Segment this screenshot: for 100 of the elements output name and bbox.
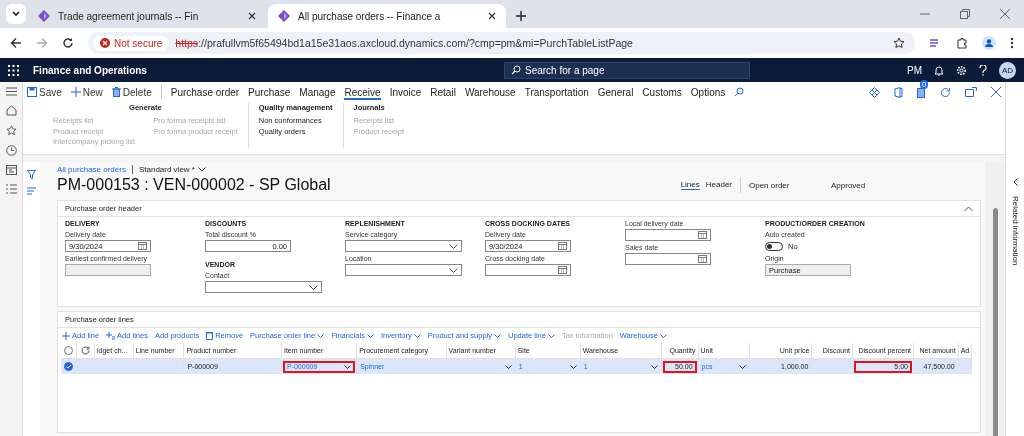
ribbon-tab[interactable]: Receive	[344, 84, 381, 100]
chevron-left-icon[interactable]	[1012, 178, 1018, 186]
company-code[interactable]: PM	[907, 64, 922, 76]
diamond-icon[interactable]	[869, 86, 880, 98]
ribbon-tab[interactable]: General	[597, 84, 634, 100]
row-checkbox[interactable]	[63, 361, 73, 371]
chevron-down-icon[interactable]	[739, 364, 747, 369]
date-field[interactable]	[485, 264, 571, 276]
attachment-icon[interactable]	[917, 86, 926, 98]
clock-icon[interactable]	[5, 145, 17, 156]
pop-out-icon[interactable]	[965, 87, 977, 97]
chevron-down-icon	[317, 333, 325, 338]
more-icon[interactable]	[1010, 37, 1014, 49]
trash-icon	[111, 87, 121, 97]
calendar-icon[interactable]	[558, 266, 567, 274]
dropdown-field[interactable]	[345, 264, 462, 276]
error-icon	[100, 38, 110, 48]
ribbon-tab[interactable]: Transportation	[524, 84, 589, 100]
chevron-down-icon[interactable]	[449, 267, 458, 273]
security-chip[interactable]: Not secure	[93, 35, 170, 51]
count-badge: 0	[920, 79, 929, 89]
star-icon[interactable]	[893, 37, 905, 49]
user-avatar[interactable]: AD	[999, 61, 1016, 79]
new-tab-icon[interactable]	[516, 11, 526, 21]
save-icon	[27, 87, 37, 97]
ribbon-tab[interactable]: Warehouse	[464, 84, 516, 100]
browser-tab[interactable]: All purchase orders -- Finance a	[268, 4, 506, 28]
calendar-icon[interactable]	[558, 242, 567, 250]
chevron-down-icon[interactable]	[569, 364, 577, 369]
chevron-down-icon	[494, 333, 501, 338]
view-tab[interactable]: Header	[705, 180, 732, 190]
profile-icon[interactable]	[982, 36, 996, 50]
plus-icon	[62, 331, 70, 340]
delete-button[interactable]: Delete	[111, 86, 152, 98]
related-information-tab[interactable]: Related information	[1010, 196, 1020, 266]
ribbon-tab[interactable]: Manage	[299, 84, 336, 100]
url-text: https://prafullvm5f65494bd1a15e31aos.axcloud.dynamics.com/?cmp=pm&mi=PurchTableListPage	[175, 37, 633, 49]
address-field[interactable]: Not secure https://prafullvm5f65494bd1a15e31aos.axcloud.dynamics.com/?cmp=pm&mi=PurchTableListPage	[88, 32, 915, 54]
settings-icon[interactable]	[956, 64, 967, 76]
dropdown-field[interactable]	[345, 240, 462, 252]
breadcrumb-link[interactable]: All purchase orders	[57, 165, 126, 174]
filter-icon[interactable]	[27, 170, 36, 179]
calendar-icon[interactable]	[138, 242, 147, 250]
ribbon-tab[interactable]: Invoice	[389, 84, 422, 100]
status-text: Open order	[749, 180, 791, 190]
chevron-down-icon	[197, 167, 206, 172]
browser-tab[interactable]: Trade agreement journals -- Fin	[28, 4, 266, 28]
save-button[interactable]: Save	[27, 86, 62, 98]
chevron-down-icon[interactable]	[344, 364, 352, 369]
trash-icon	[206, 331, 214, 340]
search-icon[interactable]	[734, 87, 745, 97]
view-selector[interactable]: Standard view *	[138, 165, 206, 174]
refresh-icon[interactable]	[80, 345, 90, 355]
tab-title: Trade agreement journals -- Fin	[58, 10, 200, 22]
ribbon-tab[interactable]: Customs	[642, 84, 682, 100]
reload-icon[interactable]	[62, 37, 74, 49]
date-field[interactable]	[625, 229, 711, 241]
plus-icon	[70, 87, 81, 97]
calendar-icon[interactable]	[698, 231, 707, 239]
scrollbar[interactable]	[992, 208, 998, 436]
workspace-icon[interactable]	[5, 165, 17, 175]
refresh-icon[interactable]	[940, 86, 951, 98]
ribbon-tab[interactable]: Retail	[430, 84, 456, 100]
app-title: Finance and Operations	[33, 64, 147, 76]
select-all-checkbox[interactable]	[63, 345, 73, 355]
back-icon[interactable]	[10, 37, 22, 49]
search-field[interactable]: Search for a page	[503, 61, 750, 79]
ribbon-tab[interactable]: Purchase order	[170, 84, 240, 100]
status-text: Approved	[831, 180, 867, 190]
diamond-icon	[38, 10, 50, 22]
add-lines-icon	[106, 331, 116, 340]
chevron-down-icon	[12, 11, 20, 17]
chevron-down-icon[interactable]	[309, 284, 318, 290]
toggle-switch[interactable]	[765, 241, 783, 251]
new-button[interactable]: New	[70, 86, 103, 98]
restore-icon[interactable]	[960, 9, 970, 19]
chevron-down-icon[interactable]	[504, 364, 512, 369]
close-icon[interactable]	[488, 12, 496, 20]
chevron-down-icon[interactable]	[449, 243, 458, 249]
ribbon-tab[interactable]: Options	[690, 84, 726, 100]
office-icon[interactable]	[894, 86, 903, 98]
tab-title: All purchase orders -- Finance a	[298, 10, 442, 22]
bell-icon[interactable]	[934, 64, 944, 76]
tab-list-button[interactable]	[6, 4, 26, 24]
help-icon[interactable]	[979, 64, 987, 76]
diamond-icon	[278, 10, 290, 22]
home-icon[interactable]	[5, 105, 17, 116]
puzzle-icon[interactable]	[956, 37, 968, 49]
view-tab[interactable]: Lines	[680, 180, 700, 190]
chevron-down-icon[interactable]	[651, 364, 658, 369]
ribbon-tab[interactable]: Purchase	[248, 84, 291, 100]
app-launcher-icon[interactable]	[8, 64, 19, 76]
date-field[interactable]	[625, 253, 711, 265]
close-icon[interactable]	[248, 12, 256, 20]
chevron-down-icon	[659, 333, 667, 338]
star-icon[interactable]	[5, 125, 17, 136]
menu-icon[interactable]	[5, 87, 17, 96]
calendar-icon[interactable]	[698, 255, 707, 263]
chevron-down-icon	[547, 333, 555, 338]
dropdown-field[interactable]	[205, 281, 322, 293]
